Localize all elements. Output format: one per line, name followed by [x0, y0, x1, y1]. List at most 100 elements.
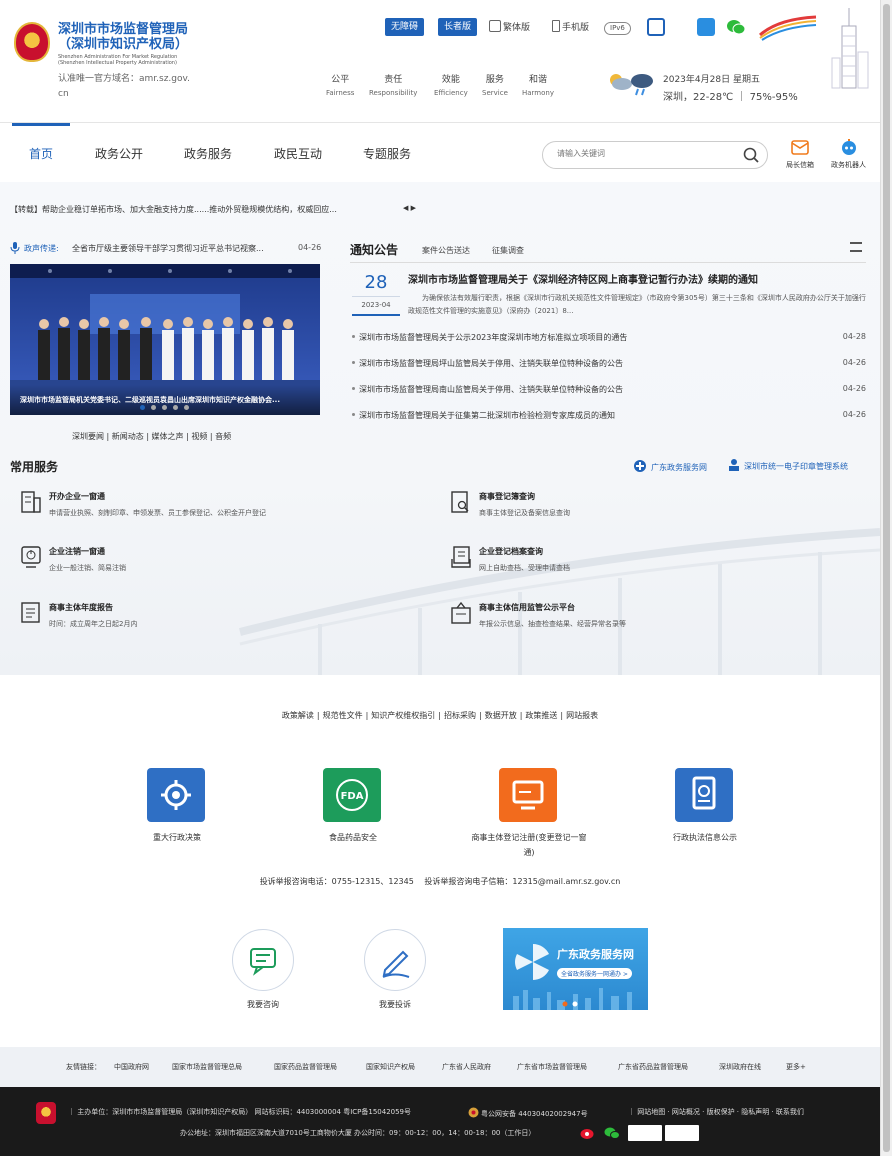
notice-row[interactable]: 深圳市市场监督管理局坪山监管局关于停用、注销失联单位特种设备的公告 04-26: [352, 358, 866, 372]
link-procurement[interactable]: 招标采购: [444, 711, 476, 720]
tile-food-drug-safety[interactable]: FDA: [323, 768, 383, 822]
wechat-footer-icon[interactable]: [604, 1126, 620, 1140]
value-en: Harmony: [522, 89, 554, 97]
carousel-dot[interactable]: [151, 405, 156, 410]
weibo-icon[interactable]: [580, 1126, 596, 1140]
fda-icon: FDA: [323, 768, 381, 822]
nav-item-home[interactable]: 首页: [29, 145, 53, 162]
traditional-chinese-link[interactable]: 繁体版: [489, 20, 530, 36]
news-category-tabs[interactable]: 深圳要闻 | 新闻动态 | 媒体之声 | 视频 | 音频: [72, 431, 231, 442]
notice-date: 04-26: [842, 384, 866, 393]
weibo-app-icon[interactable]: [647, 18, 665, 36]
carousel-dots: [140, 403, 195, 410]
complain-label: 我要投诉: [379, 1000, 411, 1009]
consult-button[interactable]: [232, 929, 294, 991]
notice-row[interactable]: 深圳市市场监督管理局南山监管局关于停用、注销失联单位特种设备的公告 04-26: [352, 384, 866, 398]
police-record-text: 粤公网安备 44030402002947号: [481, 1110, 588, 1118]
notice-row[interactable]: 深圳市市场监督管理局关于征集第二批深圳市检验检测专家库成员的通知 04-26: [352, 410, 866, 424]
carousel-dot[interactable]: [162, 405, 167, 410]
more-menu-icon[interactable]: [850, 242, 862, 252]
app-icon[interactable]: [697, 18, 715, 36]
friend-links-label: 友情链接：: [66, 1063, 101, 1071]
complain-button[interactable]: [364, 929, 426, 991]
broadcast-label: 政声传递:: [24, 244, 59, 253]
friend-link-gd-gov[interactable]: 广东省人民政府: [442, 1062, 491, 1072]
gear-people-icon: [147, 768, 205, 822]
carousel-dot[interactable]: [184, 405, 189, 410]
tab-case-notices[interactable]: 案件公告送达: [422, 245, 470, 256]
tile-business-registration[interactable]: [499, 768, 559, 822]
friend-link-sz-gov[interactable]: 深圳政府在线: [719, 1062, 761, 1072]
org-name-en: Shenzhen Administration For Market Regul…: [58, 54, 198, 66]
building-icon: [21, 491, 41, 513]
link-ip-guidance[interactable]: 知识产权维权指引: [371, 711, 435, 720]
service-title: 商事主体信用监管公示平台: [479, 603, 575, 612]
service-desc: 时间：成立周年之日起2月内: [49, 620, 138, 628]
carousel-caption: 深圳市市场监管局机关党委书记、二级巡视员袁昌山出席深圳市知识产权金融协会...: [10, 385, 320, 415]
link-normative-docs[interactable]: 规范性文件: [323, 711, 363, 720]
link-site-reports[interactable]: 网站报表: [566, 711, 598, 720]
tile-law-enforcement-info[interactable]: [675, 768, 735, 822]
notice-row[interactable]: 深圳市市场监督管理局关于公示2023年度深圳市地方标准拟立项项目的通告 04-28: [352, 332, 866, 346]
accessibility-button[interactable]: 无障碍: [385, 18, 425, 36]
e-seal-system-link[interactable]: 深圳市统一电子印章管理系统: [728, 459, 848, 472]
gd-service-banner[interactable]: 广东政务服务网 全省政务服务一网通办 >: [503, 928, 648, 1010]
elder-version-button[interactable]: 长者版: [438, 18, 478, 36]
chat-bubble-icon: [250, 948, 276, 976]
nav-item-gov-affairs-open[interactable]: 政务公开: [95, 145, 143, 162]
tab-surveys[interactable]: 征集调查: [492, 245, 524, 256]
search-icon[interactable]: [743, 147, 759, 163]
friend-link-gov-cn[interactable]: 中国政府网: [114, 1062, 149, 1072]
bullet-icon: [352, 413, 355, 416]
scrollbar-thumb[interactable]: [883, 4, 890, 1152]
broadcast-headline[interactable]: 全省市厅级主要领导干部学习贯彻习近平总书记视察...: [72, 243, 264, 254]
news-carousel-photo[interactable]: 深圳市市场监管局机关党委书记、二级巡视员袁昌山出席深圳市知识产权金融协会...: [10, 264, 320, 415]
search-input[interactable]: [557, 149, 737, 158]
nav-item-interaction[interactable]: 政民互动: [274, 145, 322, 162]
link-policy-interpretation[interactable]: 政策解读: [282, 711, 314, 720]
footer-links[interactable]: ｜ 网站地图 · 网站概况 · 版权保护 · 隐私声明 · 联系我们: [628, 1107, 804, 1117]
nav-item-special-services[interactable]: 专题服务: [363, 145, 411, 162]
friend-link-samr[interactable]: 国家市场监督管理总局: [172, 1062, 242, 1072]
svg-text:FDA: FDA: [341, 791, 364, 802]
director-mailbox-link[interactable]: 局长信箱: [786, 137, 814, 170]
link-policy-push[interactable]: 政策推送: [525, 711, 557, 720]
bridge-background-illustration: [239, 528, 880, 675]
org-name[interactable]: 深圳市市场监督管理局 （深圳市知识产权局）: [58, 22, 188, 52]
friend-links-more[interactable]: 更多+: [786, 1062, 806, 1072]
police-badge-icon: [468, 1107, 479, 1118]
phone-icon: [552, 20, 560, 32]
org-name-line2: （深圳市知识产权局）: [58, 37, 189, 52]
nav-item-gov-services[interactable]: 政务服务: [184, 145, 232, 162]
gov-site-badge[interactable]: [628, 1125, 662, 1141]
tab-notices[interactable]: 通知公告: [350, 241, 398, 258]
ticker-controls[interactable]: ◀ ▶: [403, 204, 416, 212]
link-open-data[interactable]: 数据开放: [485, 711, 517, 720]
gd-gov-service-link[interactable]: 广东政务服务网: [633, 459, 707, 473]
footer-police-record[interactable]: 粤公网安备 44030402002947号: [468, 1107, 588, 1119]
service-desc: 商事主体登记及备案信息查询: [479, 509, 570, 517]
footer-address-hours: 办公地址：深圳市福田区深南大道7010号工商物价大厦 办公时间：09：00-12…: [180, 1129, 536, 1137]
service-title: 商事登记簿查询: [479, 492, 535, 501]
tile-major-decisions[interactable]: [147, 768, 207, 822]
tile-label-line1: 商事主体登记注册(变更登记一窗: [471, 833, 587, 842]
complaint-contact-info: 投诉举报咨询电话：0755-12315、12345 投诉举报咨询电子信箱：123…: [259, 877, 621, 886]
friend-link-gd-amr[interactable]: 广东省市场监督管理局: [517, 1062, 587, 1072]
search-box: [542, 141, 768, 169]
city-tower-illustration: [828, 6, 872, 90]
headline-notice-title[interactable]: 深圳市市场监督管理局关于《深圳经济特区网上商事登记暂行办法》续期的通知: [408, 271, 758, 286]
friend-link-nmpa[interactable]: 国家药品监督管理局: [274, 1062, 337, 1072]
friend-link-gd-mpa[interactable]: 广东省药品监督管理局: [618, 1062, 688, 1072]
carousel-dot[interactable]: [173, 405, 178, 410]
archive-icon: [451, 546, 471, 568]
gov-robot-link[interactable]: 政务机器人: [831, 137, 866, 170]
org-name-en-line2: (Shenzhen Intellectual Property Administ…: [58, 60, 177, 66]
monitor-icon: [499, 768, 557, 822]
wechat-icon[interactable]: [726, 18, 746, 36]
vertical-scrollbar[interactable]: [880, 0, 892, 1156]
accessibility-badge[interactable]: [665, 1125, 699, 1141]
mobile-version-link[interactable]: 手机版: [552, 20, 589, 36]
friend-link-cnipa[interactable]: 国家知识产权局: [366, 1062, 415, 1072]
carousel-dot[interactable]: [140, 405, 145, 410]
news-ticker[interactable]: 【转载】帮助企业稳订单拓市场、加大金融支持力度......推动外贸稳规模优结构，…: [10, 204, 337, 215]
